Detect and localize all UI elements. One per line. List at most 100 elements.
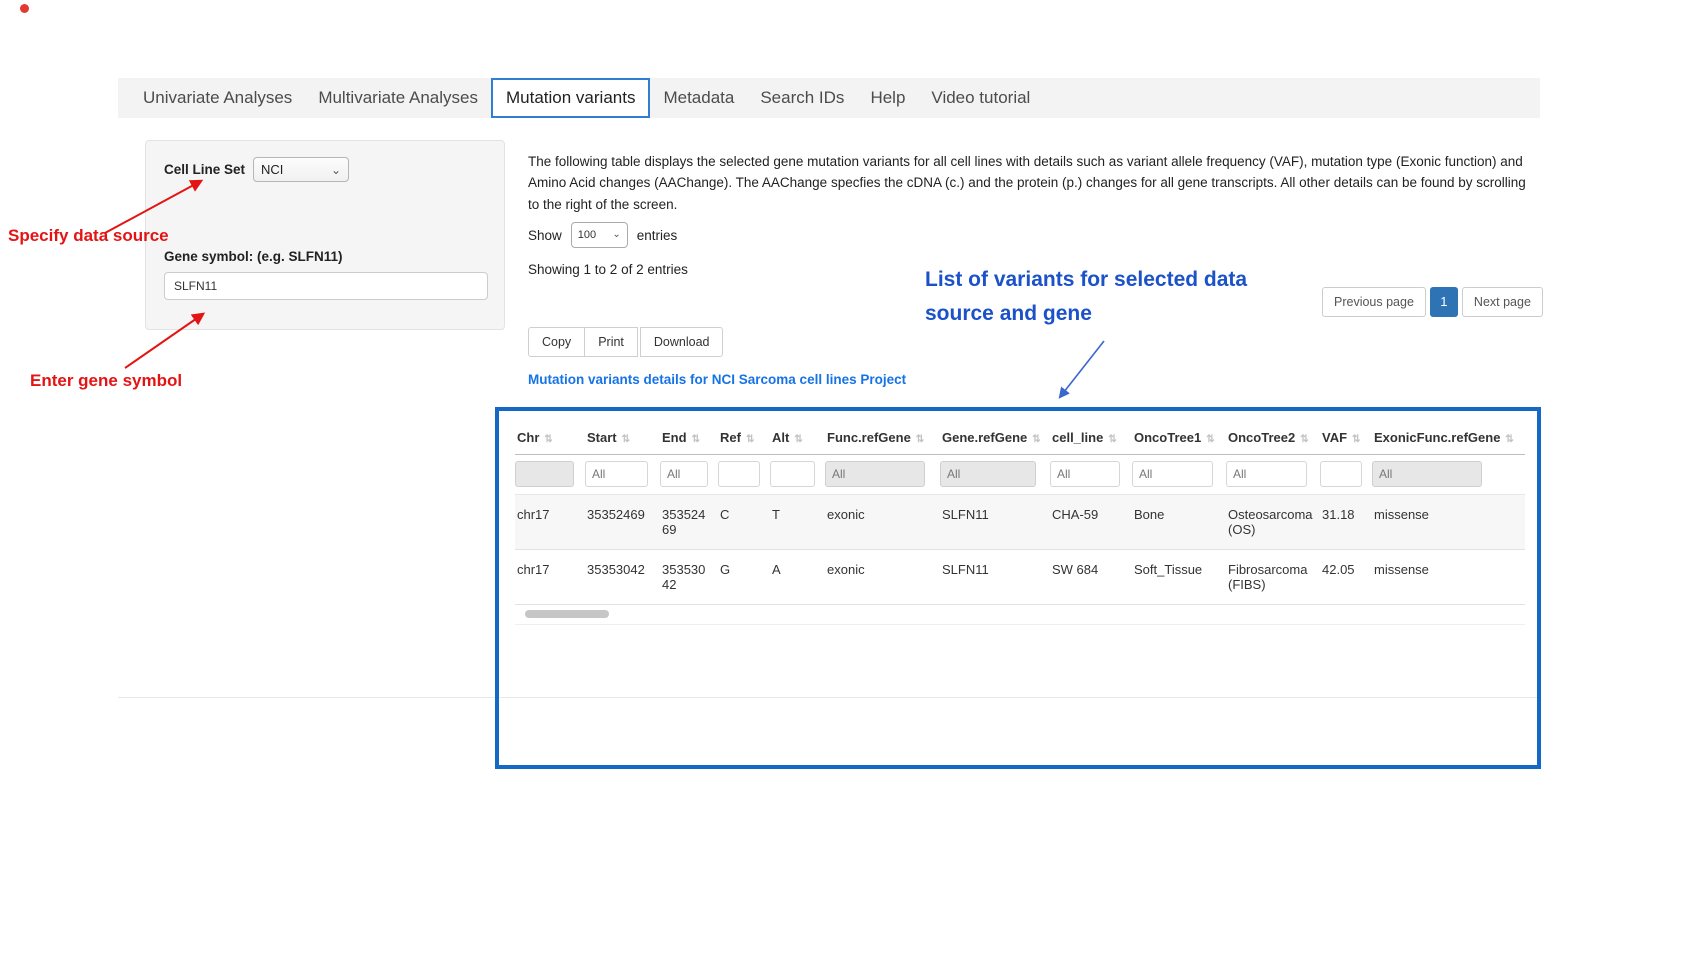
showing-entries-info: Showing 1 to 2 of 2 entries — [528, 262, 688, 277]
annotation-enter-gene-symbol: Enter gene symbol — [30, 371, 182, 391]
col-header-ref[interactable]: Ref⇅ — [718, 417, 770, 455]
cell-ref: C — [718, 495, 770, 550]
tab-multivariate-analyses[interactable]: Multivariate Analyses — [305, 78, 491, 118]
cell-gene-refgene: SLFN11 — [940, 495, 1050, 550]
sort-icon: ⇅ — [1032, 434, 1040, 445]
col-header-gene-refgene[interactable]: Gene.refGene ⇅ — [940, 417, 1050, 455]
col-label: Gene.refGene — [942, 430, 1027, 445]
col-label: Ref — [720, 430, 741, 445]
cell-cell-line: SW 684 — [1050, 550, 1132, 605]
cell-oncotree2: Osteosarcoma (OS) — [1226, 495, 1320, 550]
col-label: Alt — [772, 430, 789, 445]
tab-video-tutorial[interactable]: Video tutorial — [918, 78, 1043, 118]
table-title: Mutation variants details for NCI Sarcom… — [528, 372, 906, 387]
cell-ref: G — [718, 550, 770, 605]
table-export-buttons: Copy Print Download — [528, 327, 723, 357]
variants-table-wrapper: Chr⇅ Start⇅ End⇅ Ref⇅ Alt⇅ Func.refGene⇅… — [515, 417, 1527, 625]
print-button[interactable]: Print — [584, 327, 638, 357]
filter-chr[interactable] — [515, 461, 574, 487]
sort-icon: ⇅ — [622, 434, 630, 445]
filter-start[interactable] — [585, 461, 648, 487]
cell-line-set-row: Cell Line Set NCI ⌄ — [164, 157, 349, 182]
cell-oncotree2: Fibrosarcoma (FIBS) — [1226, 550, 1320, 605]
col-header-oncotree2[interactable]: OncoTree2⇅ — [1226, 417, 1320, 455]
page-1-button[interactable]: 1 — [1430, 287, 1458, 317]
col-header-alt[interactable]: Alt ⇅ — [770, 417, 825, 455]
cell-chr: chr17 — [515, 550, 585, 605]
cell-oncotree1: Bone — [1132, 495, 1226, 550]
next-page-button[interactable]: Next page — [1462, 287, 1543, 317]
table-row: chr17 35352469 35352469 C T exonic SLFN1… — [515, 495, 1525, 550]
sort-icon: ⇅ — [544, 434, 552, 445]
cell-func-refgene: exonic — [825, 550, 940, 605]
col-header-start[interactable]: Start ⇅ — [585, 417, 660, 455]
cell-oncotree1: Soft_Tissue — [1132, 550, 1226, 605]
filter-gene-refgene[interactable] — [940, 461, 1036, 487]
filter-cell-line[interactable] — [1050, 461, 1120, 487]
blue-arrow-to-table — [1060, 341, 1104, 397]
copy-button[interactable]: Copy — [528, 327, 585, 357]
annotation-variants-note: List of variants for selected data sourc… — [925, 263, 1247, 331]
cell-line-set-label: Cell Line Set — [164, 162, 245, 177]
cell-alt: T — [770, 495, 825, 550]
chevron-down-icon: ⌄ — [331, 165, 341, 175]
cell-line-set-select[interactable]: NCI ⌄ — [253, 157, 349, 182]
previous-page-button[interactable]: Previous page — [1322, 287, 1426, 317]
col-label: Start — [587, 430, 617, 445]
controls-panel: Cell Line Set NCI ⌄ Gene symbol: (e.g. S… — [145, 140, 505, 330]
cell-start: 35353042 — [585, 550, 660, 605]
sort-icon: ⇅ — [692, 434, 700, 445]
tab-search-ids[interactable]: Search IDs — [747, 78, 857, 118]
filter-alt[interactable] — [770, 461, 815, 487]
sort-icon: ⇅ — [794, 434, 802, 445]
col-label: OncoTree1 — [1134, 430, 1201, 445]
gene-symbol-input[interactable] — [164, 272, 488, 300]
col-label: VAF — [1322, 430, 1347, 445]
tab-help[interactable]: Help — [857, 78, 918, 118]
filter-exonicfunc-refgene[interactable] — [1372, 461, 1482, 487]
col-header-end[interactable]: End⇅ — [660, 417, 718, 455]
cell-exonicfunc: missense — [1372, 550, 1525, 605]
sort-icon: ⇅ — [1352, 434, 1360, 445]
filter-oncotree1[interactable] — [1132, 461, 1213, 487]
col-label: OncoTree2 — [1228, 430, 1295, 445]
top-nav: Univariate Analyses Multivariate Analyse… — [118, 78, 1540, 118]
cell-alt: A — [770, 550, 825, 605]
filter-end[interactable] — [660, 461, 708, 487]
annotation-variants-note-line1: List of variants for selected data — [925, 263, 1247, 297]
entries-per-page-value: 100 — [578, 229, 596, 241]
filter-vaf[interactable] — [1320, 461, 1362, 487]
table-filter-row — [515, 455, 1525, 495]
show-entries-control: Show 100 ⌄ entries — [528, 222, 677, 248]
horizontal-scrollbar-thumb[interactable] — [525, 610, 609, 618]
table-row: chr17 35353042 35353042 G A exonic SLFN1… — [515, 550, 1525, 605]
col-header-func-refgene[interactable]: Func.refGene⇅ — [825, 417, 940, 455]
entries-per-page-select[interactable]: 100 ⌄ — [571, 222, 628, 248]
tab-univariate-analyses[interactable]: Univariate Analyses — [130, 78, 305, 118]
col-label: Func.refGene — [827, 430, 911, 445]
chevron-down-icon: ⌄ — [612, 231, 620, 239]
download-button[interactable]: Download — [640, 327, 724, 357]
col-header-cell-line[interactable]: cell_line⇅ — [1050, 417, 1132, 455]
sort-icon: ⇅ — [1206, 434, 1214, 445]
tab-mutation-variants[interactable]: Mutation variants — [491, 78, 650, 118]
col-header-exonicfunc-refgene[interactable]: ExonicFunc.refGene⇅ — [1372, 417, 1525, 455]
col-header-vaf[interactable]: VAF ⇅ — [1320, 417, 1372, 455]
pagination: Previous page 1 Next page — [1322, 287, 1543, 317]
show-label: Show — [528, 228, 562, 243]
annotation-highlight-box: Chr⇅ Start⇅ End⇅ Ref⇅ Alt⇅ Func.refGene⇅… — [495, 407, 1541, 769]
filter-ref[interactable] — [718, 461, 760, 487]
cell-func-refgene: exonic — [825, 495, 940, 550]
annotation-variants-note-line2: source and gene — [925, 297, 1247, 331]
col-header-chr[interactable]: Chr⇅ — [515, 417, 585, 455]
col-header-oncotree1[interactable]: OncoTree1 ⇅ — [1132, 417, 1226, 455]
filter-func-refgene[interactable] — [825, 461, 925, 487]
cell-exonicfunc: missense — [1372, 495, 1525, 550]
screen-record-dot — [20, 4, 29, 13]
filter-oncotree2[interactable] — [1226, 461, 1307, 487]
tab-description: The following table displays the selecte… — [528, 151, 1528, 216]
tab-metadata[interactable]: Metadata — [650, 78, 747, 118]
cell-line-set-value: NCI — [261, 162, 283, 177]
annotation-specify-data-source: Specify data source — [8, 226, 169, 246]
cell-start: 35352469 — [585, 495, 660, 550]
